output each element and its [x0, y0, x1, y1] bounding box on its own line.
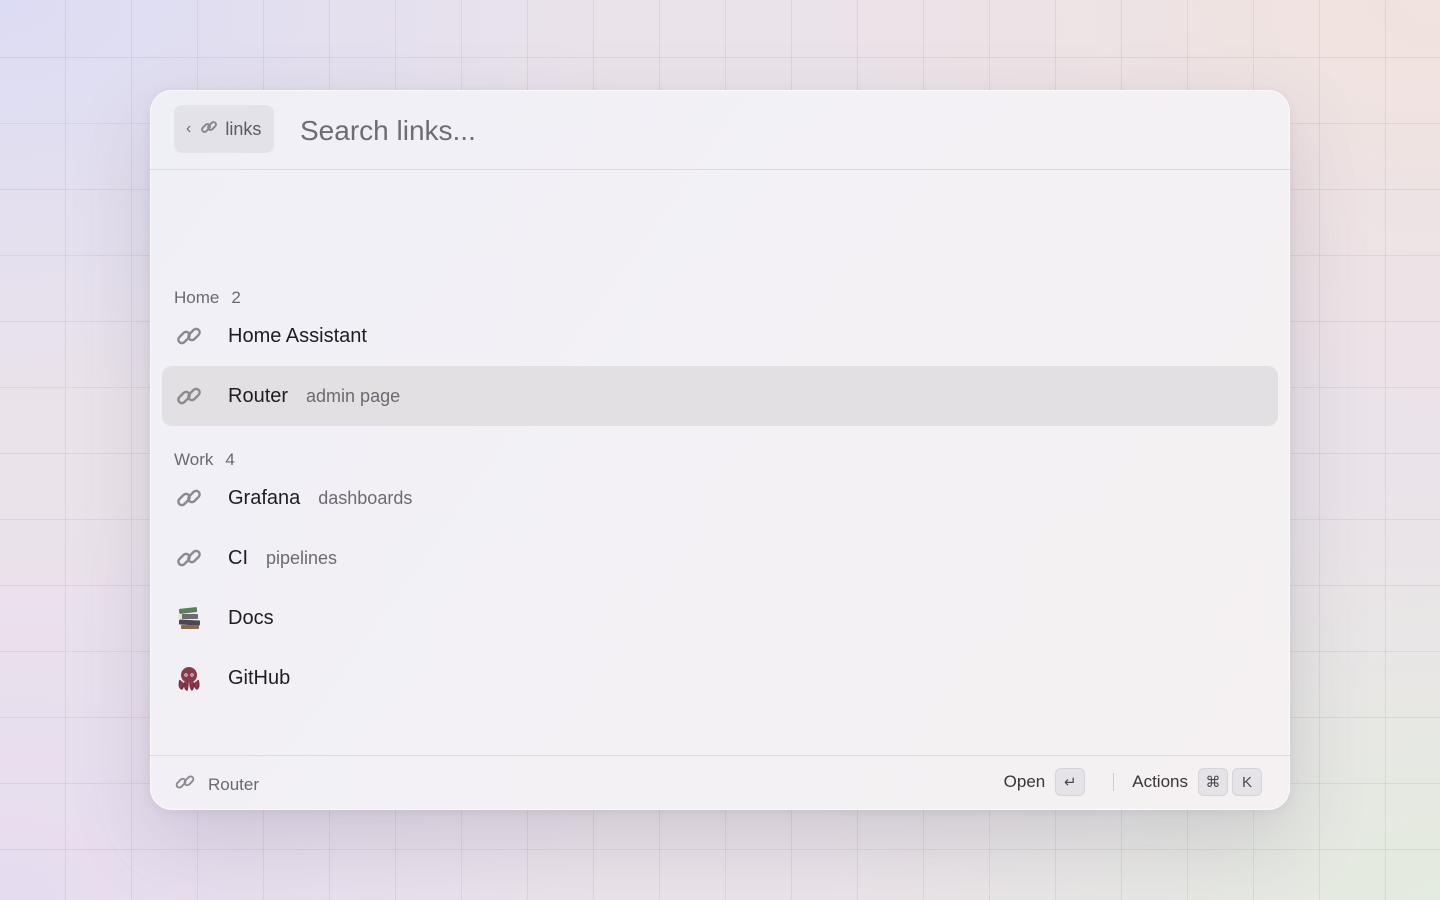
item-title: GitHub [228, 666, 291, 689]
list-item[interactable]: Home Assistant [162, 306, 1278, 366]
list-item-selected[interactable]: Router admin page [162, 366, 1278, 426]
link-icon [199, 117, 219, 142]
link-icon [174, 771, 196, 798]
command-palette: ‹ links Home 2 Home Assistant Router adm… [150, 90, 1290, 810]
list-item[interactable]: GitHub [162, 648, 1278, 708]
item-subtitle: admin page [306, 385, 401, 406]
search-bar: ‹ links [150, 90, 1290, 170]
item-title: Docs [228, 606, 274, 629]
section-title: Home [174, 288, 220, 307]
scope-label: links [225, 118, 262, 139]
books-icon [174, 603, 204, 633]
link-icon [174, 543, 204, 573]
link-icon [174, 321, 204, 351]
item-subtitle: pipelines [266, 547, 338, 568]
current-selection: Router [174, 771, 259, 798]
list-item[interactable]: CI pipelines [162, 528, 1278, 588]
divider [1113, 773, 1115, 791]
section-header-work: Work 4 [174, 450, 235, 470]
list-item[interactable]: Grafana dashboards [162, 468, 1278, 528]
return-key-icon: ↵ [1055, 768, 1086, 796]
scope-back-button[interactable]: ‹ links [174, 105, 275, 153]
command-key-icon: ⌘ [1198, 768, 1228, 796]
list-item[interactable]: Docs [162, 588, 1278, 648]
item-title: CI [228, 546, 248, 569]
section-count: 4 [225, 450, 235, 469]
item-title: Home Assistant [228, 324, 367, 347]
actions-label: Actions [1132, 772, 1188, 791]
item-title: Router [228, 384, 289, 407]
k-key: K [1232, 768, 1262, 796]
item-subtitle: dashboards [318, 487, 413, 508]
chevron-left-icon: ‹ [186, 120, 192, 137]
item-title: Grafana [228, 486, 301, 509]
search-input[interactable] [298, 108, 1002, 154]
link-icon [174, 483, 204, 513]
link-icon [174, 381, 204, 411]
section-header-home: Home 2 [174, 288, 241, 308]
current-item-label: Router [208, 774, 260, 794]
section-title: Work [174, 450, 214, 469]
open-button[interactable]: Open ↵ [1004, 768, 1086, 796]
open-label: Open [1003, 772, 1046, 791]
footer-actions: Open ↵ Actions ⌘ K [1004, 768, 1262, 796]
octopus-icon [174, 663, 204, 693]
actions-button[interactable]: Actions ⌘ K [1132, 768, 1262, 796]
action-bar: Router Open ↵ Actions ⌘ K [150, 755, 1290, 810]
section-count: 2 [231, 288, 241, 307]
